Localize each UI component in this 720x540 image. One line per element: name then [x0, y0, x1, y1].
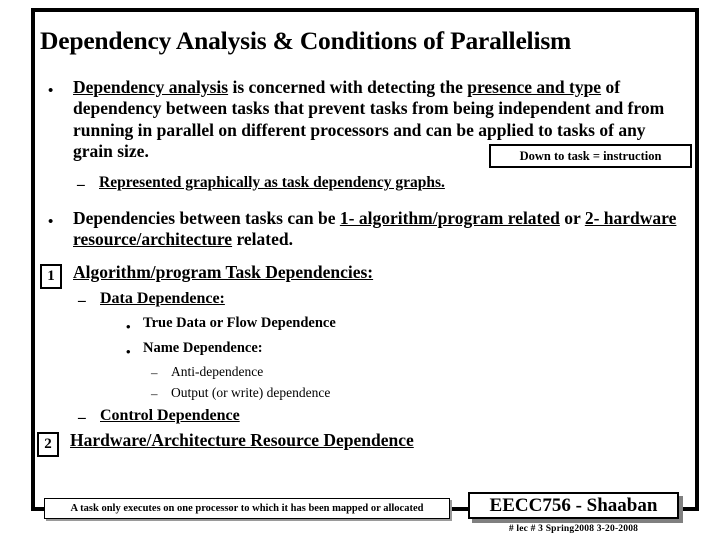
callout-down-to-task-label: Down to task = instruction — [519, 148, 662, 163]
dash-marker-data-dependence: – — [78, 292, 86, 309]
dash-marker-anti-dependence: – — [151, 365, 158, 380]
number-box-2: 2 — [37, 432, 59, 457]
term-presence-and-type: presence and type — [467, 77, 602, 97]
para1-seg2: is concerned with detecting the — [228, 77, 468, 97]
footer-course-subtitle: # lec # 3 Spring2008 3-20-2008 — [508, 524, 639, 534]
subheading-data-dependence: Data Dependence: — [100, 290, 225, 307]
dash-marker-output-dependence: – — [151, 386, 158, 401]
footer-note-label: A task only executes on one processor to… — [70, 503, 424, 514]
footer-note-box: A task only executes on one processor to… — [44, 498, 450, 519]
footer-course-block: EECC756 - Shaaban # lec # 3 Spring2008 3… — [468, 492, 686, 534]
callout-down-to-task: Down to task = instruction — [489, 144, 692, 168]
item-true-data-or-flow-dependence: True Data or Flow Dependence — [143, 315, 336, 331]
heading-hardware-architecture-resource-dependence: Hardware/Architecture Resource Dependenc… — [70, 430, 414, 450]
item-output-or-write-dependence: Output (or write) dependence — [171, 385, 331, 400]
dot-marker-name-dependence: • — [126, 344, 131, 359]
heading-algorithm-program-task-dependencies: Algorithm/program Task Dependencies: — [73, 262, 374, 282]
para2-seg1: Dependencies between tasks can be — [73, 208, 340, 228]
number-box-1: 1 — [40, 264, 62, 289]
dash-marker-sub1: – — [77, 176, 85, 193]
dash-marker-control-dependence: – — [78, 409, 86, 426]
dot-marker-true-data-flow: • — [126, 319, 131, 334]
paragraph-dependencies-types: Dependencies between tasks can be 1- alg… — [73, 208, 693, 251]
slide-content: Dependency Analysis & Conditions of Para… — [0, 0, 720, 540]
bullet-marker-2: • — [48, 214, 54, 230]
item-anti-dependence: Anti-dependence — [171, 364, 264, 379]
footer-course-label: EECC756 - Shaaban — [489, 494, 658, 516]
bullet-marker-1: • — [48, 83, 54, 99]
sub-bullet-represented-graphically: Represented graphically as task dependen… — [99, 174, 445, 191]
page-title: Dependency Analysis & Conditions of Para… — [40, 26, 572, 55]
para2-seg5: related. — [232, 229, 293, 250]
item-name-dependence: Name Dependence: — [143, 340, 263, 356]
term-dependency-analysis: Dependency analysis — [73, 77, 229, 97]
term-algorithm-program-related: 1- algorithm/program related — [339, 208, 560, 228]
subheading-control-dependence: Control Dependence — [100, 407, 240, 424]
footer-course-box: EECC756 - Shaaban — [468, 492, 679, 519]
para2-seg3: or — [559, 208, 585, 228]
